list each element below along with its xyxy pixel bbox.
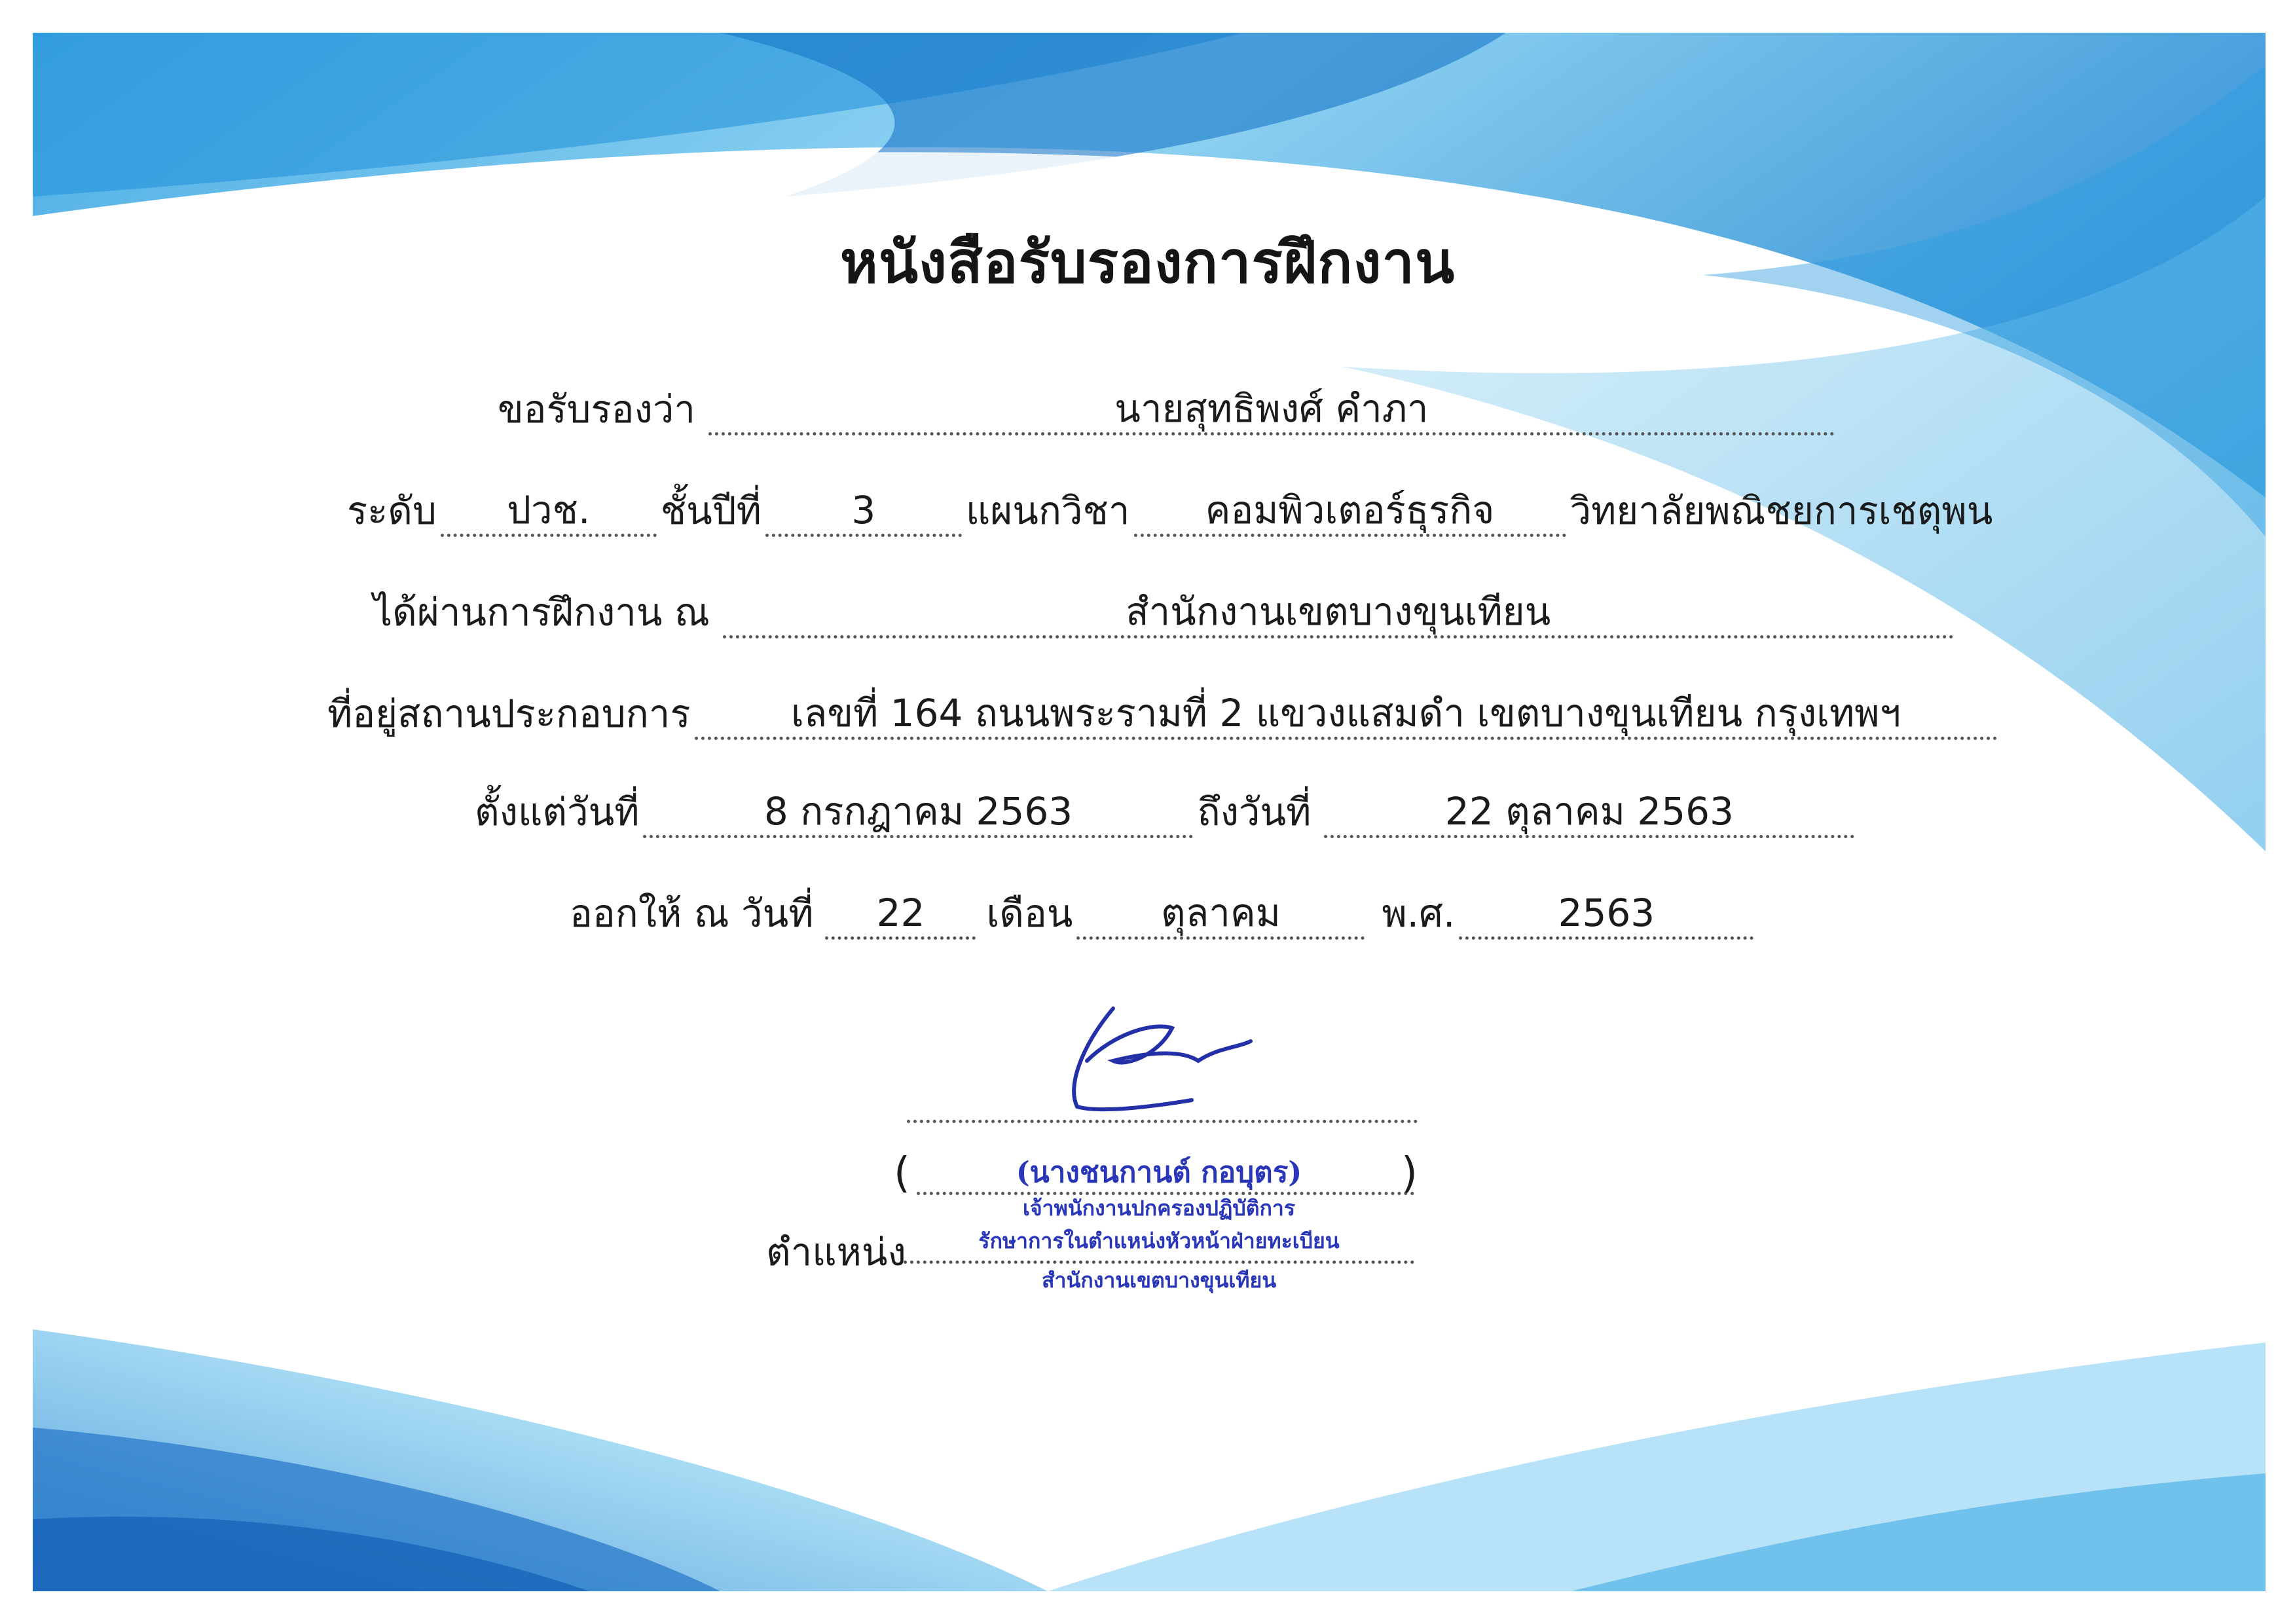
department-field: คอมพิวเตอร์ธุรกิจ — [1133, 481, 1566, 537]
month-label: เดือน — [986, 891, 1073, 936]
issued-row: ออกให้ ณ วันที่ 22 เดือน ตุลาคม พ.ศ. 256… — [570, 884, 1757, 940]
department-value: คอมพิวเตอร์ธุรกิจ — [1205, 488, 1495, 532]
level-label: ระดับ — [347, 489, 437, 533]
to-date: 22 ตุลาคม 2563 — [1444, 789, 1734, 834]
address-row: ที่อยู่สถานประกอบการ เลขที่ 164 ถนนพระรา… — [327, 684, 2002, 740]
position-stamp-line2: รักษาการในตำแหน่งหัวหน้าฝ่ายทะเบียน — [978, 1228, 1340, 1253]
workplace-field: สำนักงานเขตบางขุนเทียน — [722, 583, 1954, 638]
issued-day: 22 — [876, 891, 925, 935]
from-label: ตั้งแต่วันที่ — [475, 790, 640, 834]
department-label: แผนกวิชา — [965, 489, 1130, 533]
issued-month: ตุลาคม — [1161, 891, 1281, 935]
level-value: ปวช. — [507, 488, 591, 532]
position-label: ตำแหน่ง — [766, 1230, 906, 1274]
signature-line — [907, 1113, 1418, 1123]
workplace-value: สำนักงานเขตบางขุนเทียน — [1126, 589, 1551, 634]
signer-name-stamp: (นางชนกานต์ กอบุตร) — [1016, 1156, 1302, 1189]
name-field: นายสุทธิพงศ์ คำภา — [708, 380, 1835, 435]
to-field: 22 ตุลาคม 2563 — [1324, 783, 1855, 838]
education-row: ระดับ ปวช. ชั้นปีที่ 3 แผนกวิชา คอมพิวเต… — [347, 481, 1992, 537]
issued-month-field: ตุลาคม — [1076, 884, 1365, 940]
document-title: หนังสือรับรองการฝึกงาน — [839, 229, 1456, 296]
from-date: 8 กรกฎาคม 2563 — [763, 789, 1073, 834]
issued-year: 2563 — [1558, 891, 1655, 935]
year-label: ชั้นปีที่ — [660, 489, 762, 533]
position-stamp-line3: สำนักงานเขตบางขุนเทียน — [1041, 1268, 1277, 1293]
position-stamp-line1: เจ้าพนักงานปกครองปฏิบัติการ — [1022, 1196, 1295, 1221]
year-field: 3 — [765, 481, 962, 537]
workplace-row: ได้ผ่านการฝึกงาน ณ สำนักงานเขตบางขุนเทีย… — [373, 583, 1958, 638]
period-row: ตั้งแต่วันที่ 8 กรกฎาคม 2563 ถึงวันที่ 2… — [475, 783, 1858, 838]
certify-label: ขอรับรองว่า — [498, 387, 695, 432]
issued-label: ออกให้ ณ วันที่ — [570, 891, 814, 936]
college-name: วิทยาลัยพณิชยการเชตุพน — [1570, 489, 1993, 533]
issued-year-field: 2563 — [1459, 884, 1754, 940]
passed-label: ได้ผ่านการฝึกงาน ณ — [373, 590, 710, 635]
address-field: เลขที่ 164 ถนนพระรามที่ 2 แขวงแสมดำ เขตบ… — [694, 684, 1998, 740]
issued-day-field: 22 — [825, 884, 976, 940]
to-label: ถึงวันที่ — [1197, 790, 1312, 834]
address-value: เลขที่ 164 ถนนพระรามที่ 2 แขวงแสมดำ เขตบ… — [790, 691, 1901, 735]
level-field: ปวช. — [440, 481, 657, 537]
student-name: นายสุทธิพงศ์ คำภา — [1114, 386, 1429, 431]
certificate: หนังสือรับรองการฝึกงาน ขอรับรองว่า นายสุ… — [0, 0, 2295, 1624]
be-label: พ.ศ. — [1382, 891, 1456, 936]
from-field: 8 กรกฎาคม 2563 — [643, 783, 1194, 838]
address-label: ที่อยู่สถานประกอบการ — [327, 692, 691, 736]
certify-row: ขอรับรองว่า นายสุทธิพงศ์ คำภา — [498, 380, 1839, 435]
year-value: 3 — [851, 488, 876, 532]
